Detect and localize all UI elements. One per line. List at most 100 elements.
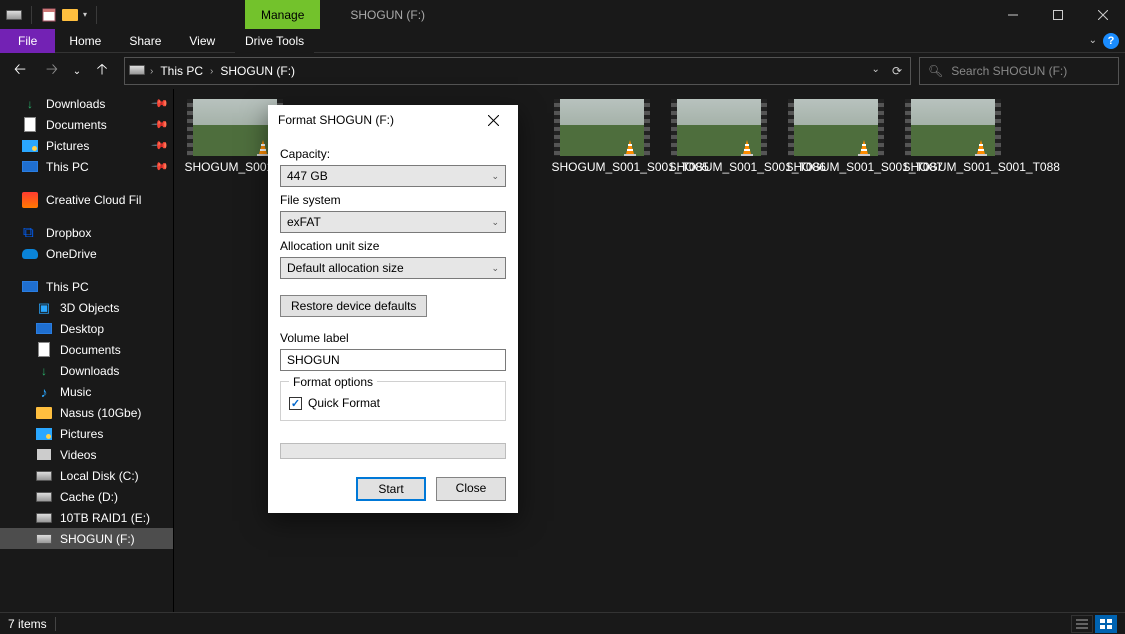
- drive-icon: [36, 531, 52, 547]
- filesystem-select[interactable]: exFAT ⌄: [280, 211, 506, 233]
- sidebar-location-item[interactable]: Pictures: [0, 423, 173, 444]
- vlc-icon: [737, 138, 757, 158]
- chevron-right-icon[interactable]: ›: [210, 66, 213, 77]
- new-folder-icon[interactable]: [62, 7, 78, 23]
- file-name: SHOGUM_S001_S001_T087: [786, 160, 886, 174]
- sidebar-quick-item[interactable]: Documents📌: [0, 114, 173, 135]
- sidebar-location-item[interactable]: Documents: [0, 339, 173, 360]
- allocation-select[interactable]: Default allocation size ⌄: [280, 257, 506, 279]
- ribbon: File Home Share View Drive Tools ⌄ ?: [0, 29, 1125, 53]
- dialog-close-button[interactable]: [478, 105, 508, 135]
- file-item[interactable]: SHOGUM_S001_S001_T086: [666, 99, 771, 174]
- up-button[interactable]: 🡡: [88, 57, 116, 85]
- help-icon[interactable]: ?: [1103, 33, 1119, 49]
- music-icon: ♪: [36, 384, 52, 400]
- window-controls: [990, 0, 1125, 29]
- filesystem-label: File system: [280, 193, 506, 207]
- sidebar-location-item[interactable]: 10TB RAID1 (E:): [0, 507, 173, 528]
- sidebar-cloud-item[interactable]: OneDrive: [0, 243, 173, 264]
- cc-icon: [22, 192, 38, 208]
- sidebar-quick-item[interactable]: ↓Downloads📌: [0, 93, 173, 114]
- sidebar-location-item[interactable]: Nasus (10Gbe): [0, 402, 173, 423]
- chevron-down-icon: ⌄: [491, 217, 499, 228]
- sidebar-location-item[interactable]: Cache (D:): [0, 486, 173, 507]
- sidebar-location-item[interactable]: SHOGUN (F:): [0, 528, 173, 549]
- restore-defaults-button[interactable]: Restore device defaults: [280, 295, 427, 317]
- minimize-button[interactable]: [990, 0, 1035, 29]
- file-tab[interactable]: File: [0, 29, 55, 53]
- file-name: SHOGUM_S001_S001_T086: [669, 160, 769, 174]
- sidebar-item-label: 10TB RAID1 (E:): [60, 511, 150, 525]
- sidebar-item-label: SHOGUN (F:): [60, 532, 135, 546]
- sidebar-location-item[interactable]: Desktop: [0, 318, 173, 339]
- file-item[interactable]: SHOGUM_S001_S001_T088: [900, 99, 1005, 174]
- crumb-this-pc[interactable]: This PC: [156, 64, 207, 78]
- sidebar-location-item[interactable]: ♪Music: [0, 381, 173, 402]
- sidebar-this-pc[interactable]: This PC: [0, 276, 173, 297]
- details-view-button[interactable]: [1071, 615, 1093, 633]
- forward-button[interactable]: 🡢: [38, 57, 66, 85]
- window-title: SHOGUN (F:): [350, 8, 425, 22]
- qat-dropdown-icon[interactable]: ▾: [83, 10, 87, 19]
- close-button[interactable]: Close: [436, 477, 506, 501]
- pic-icon: [22, 138, 38, 154]
- start-button[interactable]: Start: [356, 477, 426, 501]
- sidebar-item[interactable]: Creative Cloud Fil: [0, 189, 173, 210]
- sidebar-location-item[interactable]: Local Disk (C:): [0, 465, 173, 486]
- close-button[interactable]: [1080, 0, 1125, 29]
- pc-icon: [22, 159, 38, 175]
- doc-icon: [22, 117, 38, 133]
- sidebar-location-item[interactable]: Videos: [0, 444, 173, 465]
- download-icon: ↓: [36, 363, 52, 379]
- sidebar-location-item[interactable]: ▣3D Objects: [0, 297, 173, 318]
- back-button[interactable]: 🡠: [6, 57, 34, 85]
- file-item[interactable]: SHOGUM_S001_S001_T087: [783, 99, 888, 174]
- drive-icon: [129, 64, 147, 78]
- sidebar-item-label: Desktop: [60, 322, 104, 336]
- sidebar-item-label: Pictures: [60, 427, 103, 441]
- ribbon-collapse-icon[interactable]: ⌄: [1089, 35, 1097, 46]
- quick-format-checkbox[interactable]: ✓ Quick Format: [289, 396, 497, 410]
- address-bar[interactable]: › This PC › SHOGUN (F:) ⌄ ⟳: [124, 57, 911, 85]
- file-item[interactable]: SHOGUM_S001_S001_T085: [549, 99, 654, 174]
- recent-dropdown-icon[interactable]: ⌄: [70, 57, 84, 85]
- pc-icon: [36, 321, 52, 337]
- search-icon: 🔍︎: [928, 64, 943, 78]
- volume-label-value: SHOGUN: [287, 353, 340, 367]
- sidebar-cloud-item[interactable]: ⧉Dropbox: [0, 222, 173, 243]
- refresh-icon[interactable]: ⟳: [892, 64, 902, 78]
- properties-icon[interactable]: [41, 7, 57, 23]
- download-icon: ↓: [22, 96, 38, 112]
- quick-access-toolbar: ▾: [0, 0, 101, 29]
- thumbnails-view-button[interactable]: [1095, 615, 1117, 633]
- search-placeholder: Search SHOGUN (F:): [951, 64, 1067, 78]
- context-tab-manage[interactable]: Manage: [245, 0, 320, 29]
- vlc-icon: [971, 138, 991, 158]
- navbar: 🡠 🡢 ⌄ 🡡 › This PC › SHOGUN (F:) ⌄ ⟳ 🔍︎ S…: [0, 53, 1125, 89]
- main: ↓Downloads📌Documents📌Pictures📌This PC📌 Cr…: [0, 89, 1125, 612]
- address-dropdown-icon[interactable]: ⌄: [872, 64, 880, 78]
- sidebar-quick-item[interactable]: This PC📌: [0, 156, 173, 177]
- capacity-select[interactable]: 447 GB ⌄: [280, 165, 506, 187]
- file-name: SHOGUM_S001_S001_T085: [552, 160, 652, 174]
- sidebar-item-label: Pictures: [46, 139, 89, 153]
- crumb-drive[interactable]: SHOGUN (F:): [216, 64, 299, 78]
- tab-share[interactable]: Share: [115, 29, 175, 53]
- dbx-icon: ⧉: [22, 225, 38, 241]
- chevron-right-icon[interactable]: ›: [150, 66, 153, 77]
- separator: [96, 6, 97, 24]
- sidebar-item-label: Nasus (10Gbe): [60, 406, 141, 420]
- sidebar: ↓Downloads📌Documents📌Pictures📌This PC📌 Cr…: [0, 89, 174, 612]
- format-options-legend: Format options: [289, 375, 377, 389]
- maximize-button[interactable]: [1035, 0, 1080, 29]
- tab-drive-tools[interactable]: Drive Tools: [235, 29, 314, 53]
- tab-view[interactable]: View: [175, 29, 229, 53]
- sidebar-location-item[interactable]: ↓ Downloads: [0, 360, 173, 381]
- volume-label-input[interactable]: SHOGUN: [280, 349, 506, 371]
- capacity-label: Capacity:: [280, 147, 506, 161]
- tab-home[interactable]: Home: [55, 29, 115, 53]
- sidebar-quick-item[interactable]: Pictures📌: [0, 135, 173, 156]
- sidebar-item-label: Downloads: [60, 364, 119, 378]
- status-bar: 7 items: [0, 612, 1125, 634]
- search-box[interactable]: 🔍︎ Search SHOGUN (F:): [919, 57, 1119, 85]
